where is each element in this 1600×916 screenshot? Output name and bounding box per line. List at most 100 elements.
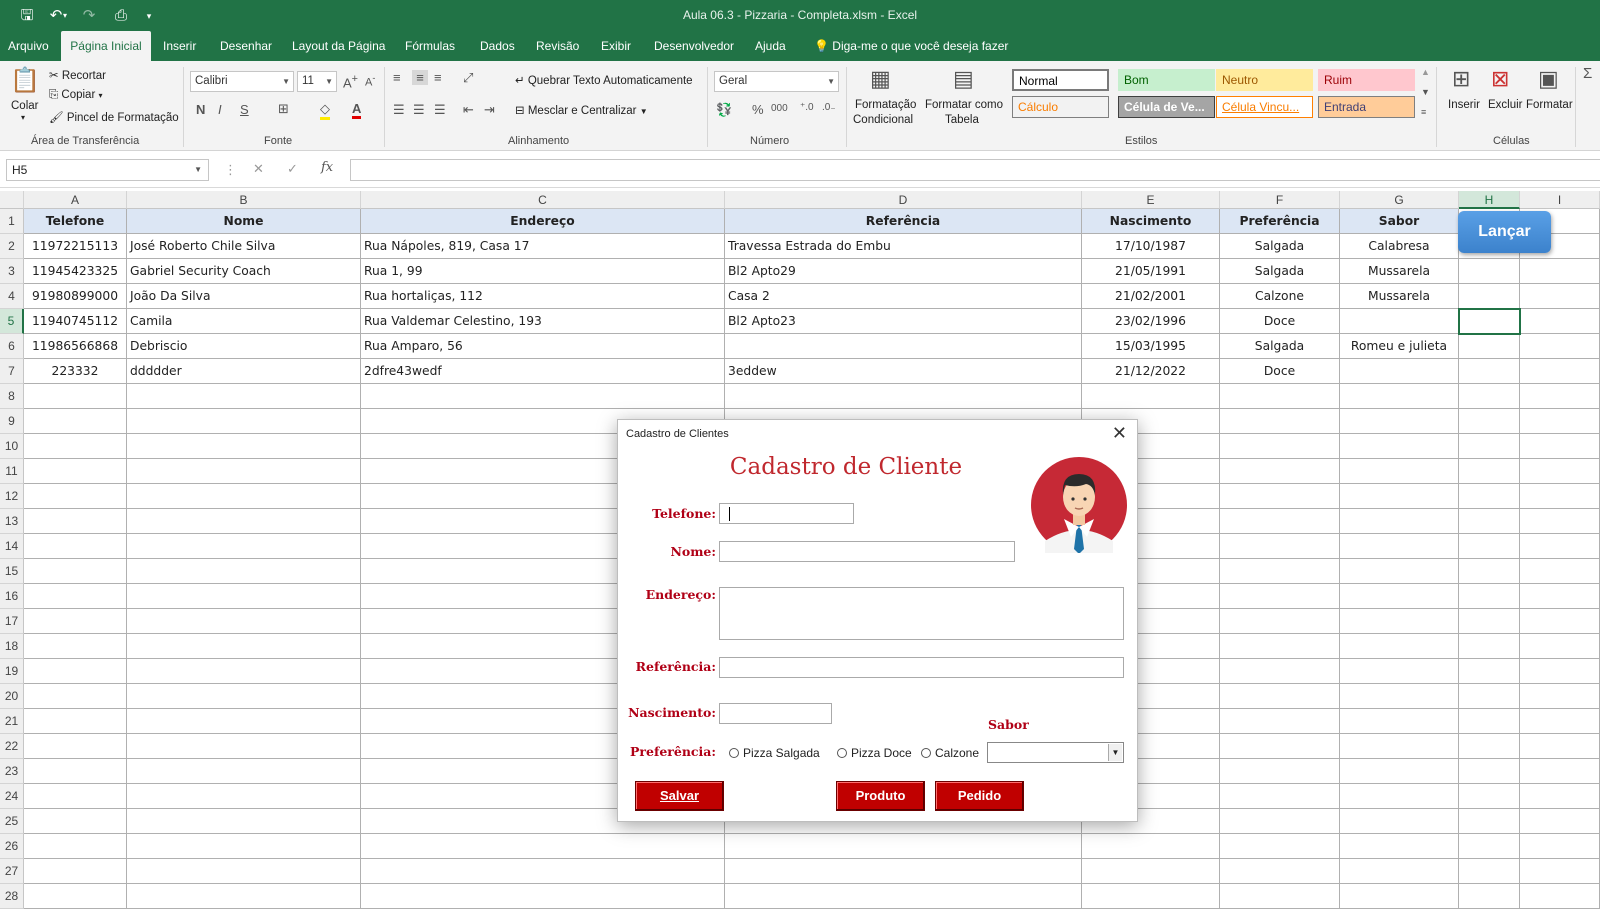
- table-cell[interactable]: [127, 684, 361, 709]
- table-cell[interactable]: [24, 709, 127, 734]
- table-cell[interactable]: [127, 659, 361, 684]
- table-cell[interactable]: [1459, 334, 1520, 359]
- table-cell[interactable]: [1520, 859, 1600, 884]
- format-cells-icon[interactable]: ▣: [1538, 66, 1559, 92]
- table-cell[interactable]: [24, 634, 127, 659]
- table-cell[interactable]: [1220, 384, 1340, 409]
- conditional-formatting-label-1[interactable]: Formatação: [855, 99, 916, 111]
- row-header-17[interactable]: 17: [0, 609, 24, 634]
- row-header-9[interactable]: 9: [0, 409, 24, 434]
- percent-button[interactable]: %: [752, 102, 764, 117]
- tab-ajuda[interactable]: Ajuda: [747, 31, 794, 61]
- table-cell[interactable]: [1520, 584, 1600, 609]
- cell-style-1[interactable]: Bom: [1118, 69, 1215, 91]
- table-cell[interactable]: [1520, 259, 1600, 284]
- table-cell[interactable]: [127, 709, 361, 734]
- table-cell[interactable]: Salgada: [1220, 334, 1340, 359]
- row-header-18[interactable]: 18: [0, 634, 24, 659]
- table-cell[interactable]: [1520, 784, 1600, 809]
- table-cell[interactable]: [127, 809, 361, 834]
- tab-formulas[interactable]: Fórmulas: [397, 31, 463, 61]
- row-header-23[interactable]: 23: [0, 759, 24, 784]
- table-cell[interactable]: [24, 434, 127, 459]
- table-cell[interactable]: 11972215113: [24, 234, 127, 259]
- table-cell[interactable]: Travessa Estrada do Embu: [725, 234, 1082, 259]
- table-cell[interactable]: [127, 784, 361, 809]
- table-cell[interactable]: [1340, 384, 1459, 409]
- table-cell[interactable]: [1220, 509, 1340, 534]
- table-cell[interactable]: [1459, 684, 1520, 709]
- table-cell[interactable]: [1340, 684, 1459, 709]
- table-cell[interactable]: [1082, 834, 1220, 859]
- font-size-select[interactable]: 11 ▼: [297, 71, 337, 92]
- table-cell[interactable]: [1220, 684, 1340, 709]
- table-cell[interactable]: [1459, 459, 1520, 484]
- table-cell[interactable]: [1340, 659, 1459, 684]
- table-cell[interactable]: Bl2 Apto23: [725, 309, 1082, 334]
- table-cell[interactable]: [127, 634, 361, 659]
- column-header-g[interactable]: G: [1340, 191, 1459, 209]
- increase-decimal-icon[interactable]: ⁺.0: [800, 102, 814, 113]
- table-cell[interactable]: [1340, 559, 1459, 584]
- table-cell[interactable]: [127, 459, 361, 484]
- row-header-26[interactable]: 26: [0, 834, 24, 859]
- format-as-table-label-2[interactable]: Tabela: [945, 114, 979, 126]
- table-cell[interactable]: [24, 584, 127, 609]
- table-header-cell[interactable]: Referência: [725, 209, 1082, 234]
- table-cell[interactable]: [1459, 434, 1520, 459]
- table-cell[interactable]: [24, 559, 127, 584]
- row-header-1[interactable]: 1: [0, 209, 24, 234]
- gallery-up-icon[interactable]: ▲: [1421, 67, 1430, 77]
- format-painter-button[interactable]: 🖌 Pincel de Formatação: [49, 110, 179, 124]
- borders-icon[interactable]: ⊞: [278, 101, 289, 117]
- row-header-10[interactable]: 10: [0, 434, 24, 459]
- table-header-cell[interactable]: Sabor: [1340, 209, 1459, 234]
- table-cell[interactable]: [1459, 709, 1520, 734]
- table-cell[interactable]: 11940745112: [24, 309, 127, 334]
- table-cell[interactable]: [1340, 859, 1459, 884]
- bold-button[interactable]: N: [196, 102, 205, 117]
- table-cell[interactable]: Rua hortaliças, 112: [361, 284, 725, 309]
- row-header-27[interactable]: 27: [0, 859, 24, 884]
- referencia-field[interactable]: [719, 657, 1124, 678]
- table-header-cell[interactable]: Preferência: [1220, 209, 1340, 234]
- table-cell[interactable]: Rua Amparo, 56: [361, 334, 725, 359]
- table-cell[interactable]: [1520, 634, 1600, 659]
- table-cell[interactable]: [1220, 784, 1340, 809]
- row-header-20[interactable]: 20: [0, 684, 24, 709]
- table-cell[interactable]: [1520, 734, 1600, 759]
- fill-color-icon[interactable]: ◇: [320, 101, 330, 120]
- table-cell[interactable]: Casa 2: [725, 284, 1082, 309]
- table-cell[interactable]: [1459, 884, 1520, 909]
- paste-dropdown-icon[interactable]: ▾: [21, 113, 25, 122]
- paste-icon[interactable]: 📋: [10, 66, 40, 95]
- font-color-icon[interactable]: A: [352, 101, 362, 119]
- table-cell[interactable]: [1459, 609, 1520, 634]
- sabor-combobox[interactable]: ▼: [987, 742, 1124, 763]
- table-cell[interactable]: [127, 759, 361, 784]
- endereco-field[interactable]: [719, 587, 1124, 640]
- table-cell[interactable]: [1220, 734, 1340, 759]
- table-cell[interactable]: 21/12/2022: [1082, 359, 1220, 384]
- table-cell[interactable]: [1520, 284, 1600, 309]
- radio-calzone[interactable]: Calzone: [921, 746, 979, 760]
- delete-cells-button[interactable]: Excluir: [1488, 99, 1523, 111]
- table-cell[interactable]: João Da Silva: [127, 284, 361, 309]
- table-cell[interactable]: [1340, 584, 1459, 609]
- table-cell[interactable]: [1220, 484, 1340, 509]
- table-cell[interactable]: Doce: [1220, 309, 1340, 334]
- select-all-corner[interactable]: [0, 191, 24, 209]
- table-cell[interactable]: [24, 684, 127, 709]
- table-cell[interactable]: José Roberto Chile Silva: [127, 234, 361, 259]
- thousands-button[interactable]: 000: [771, 103, 788, 114]
- insert-function-icon[interactable]: fx: [321, 160, 333, 175]
- column-header-i[interactable]: I: [1520, 191, 1600, 209]
- row-header-28[interactable]: 28: [0, 884, 24, 909]
- merge-center-button[interactable]: ⊟ Mesclar e Centralizar ▼: [515, 103, 648, 117]
- table-cell[interactable]: [1220, 584, 1340, 609]
- table-cell[interactable]: [1220, 459, 1340, 484]
- table-cell[interactable]: [127, 609, 361, 634]
- table-cell[interactable]: [361, 384, 725, 409]
- table-cell[interactable]: Mussarela: [1340, 284, 1459, 309]
- grow-font-icon[interactable]: A+: [343, 73, 358, 90]
